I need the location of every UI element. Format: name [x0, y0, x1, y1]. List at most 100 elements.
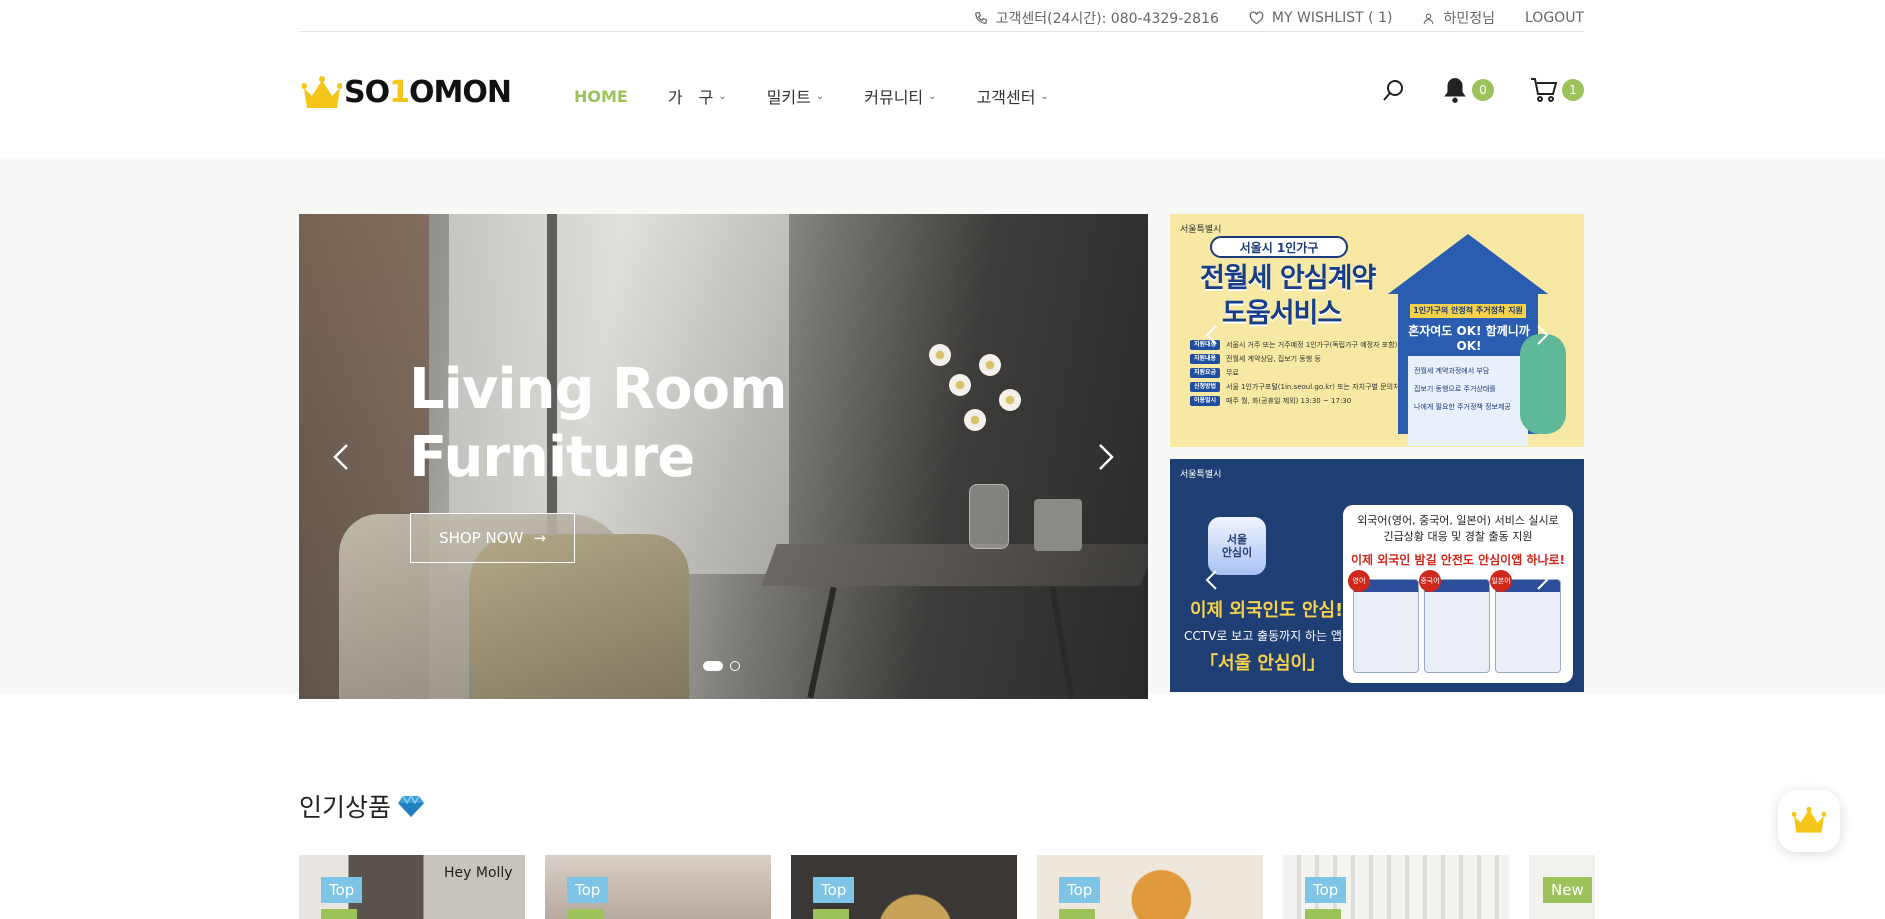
hero-slider: Living Room Furniture SHOP NOW →: [299, 214, 1148, 699]
slider-dot-1[interactable]: [703, 661, 723, 671]
mascot-image: [1520, 334, 1566, 434]
slide-image-flower: [964, 409, 986, 431]
house-list-item: 집보기 동행으로 주거상태를: [1414, 385, 1496, 393]
banner-info-value: 매주 월, 화(공휴일 제외) 13:30 ~ 17:30: [1226, 397, 1352, 405]
product-tag-secondary: [1059, 909, 1095, 919]
crown-icon: [302, 76, 342, 108]
crown-icon: [1792, 806, 1826, 833]
slider-prev-arrow-icon[interactable]: [329, 442, 353, 472]
product-tag: Top: [321, 877, 363, 903]
cart-button[interactable]: 1: [1530, 77, 1584, 103]
banner-card-line-1: 외국어(영어, 중국어, 일본어) 서비스 실시로: [1357, 514, 1559, 527]
slider-pagination: [703, 661, 747, 671]
banner-info-row: 이용일시 매주 월, 화(공휴일 제외) 13:30 ~ 17:30: [1190, 394, 1400, 408]
phone-screen: 일본어: [1490, 570, 1561, 673]
product-image-text: Hey Molly: [444, 865, 513, 881]
notifications-button[interactable]: 0: [1442, 76, 1494, 104]
house-list: 전월세 계약과정에서 부담 집보기 동행으로 주거상태를 나에게 필요한 주거정…: [1414, 362, 1511, 416]
hero-title-line-1: Living Room: [409, 357, 787, 422]
main-nav: HOME 가 구 ⌄ 밀키트 ⌄ 커뮤니티 ⌄ 고객센터 ⌄: [574, 84, 1089, 108]
slide-image-flower: [999, 389, 1021, 411]
shop-now-label: SHOP NOW: [439, 529, 524, 547]
banner-app-name: 「서울 안심이」: [1200, 653, 1326, 674]
product-tag: Top: [813, 877, 855, 903]
product-tag-secondary: [321, 909, 357, 919]
nav-community[interactable]: 커뮤니티 ⌄: [864, 84, 936, 108]
nav-mealkit[interactable]: 밀키트 ⌄: [767, 84, 825, 108]
logo-wordmark: SO1OMON: [344, 75, 512, 110]
nav-home[interactable]: HOME: [574, 87, 628, 106]
product-card[interactable]: Top: [1037, 855, 1263, 919]
phone-label: 고객센터(24시간): 080-4329-2816: [995, 11, 1219, 27]
product-card[interactable]: Top: [1283, 855, 1509, 919]
gem-icon: [398, 794, 425, 817]
banner-card-red-text: 이제 외국인 밤길 안전도 안심이앱 하나로!: [1350, 553, 1566, 567]
product-card[interactable]: Top: [791, 855, 1017, 919]
banner-prev-arrow-icon[interactable]: [1204, 324, 1218, 346]
nav-customer-center[interactable]: 고객센터 ⌄: [977, 84, 1049, 108]
promo-banner-housing[interactable]: 서울특별시 서울시 1인가구 전월세 안심계약 도움서비스 지원대상 서울시 거주…: [1170, 214, 1584, 447]
product-card[interactable]: New: [1529, 855, 1595, 919]
banner-yellow-headline: 이제 외국인도 안심!: [1190, 600, 1344, 621]
slide-image-vase: [969, 484, 1009, 549]
nav-home-label: HOME: [574, 86, 628, 106]
banner-info-value: 전월세 계약상담, 집보기 동행 등: [1226, 355, 1321, 363]
user-account-link[interactable]: 하민정님: [1422, 8, 1495, 28]
cart-count-badge: 1: [1562, 79, 1584, 101]
header-actions: 0 1: [1346, 76, 1584, 104]
notification-count-badge: 0: [1472, 79, 1494, 101]
banner-card-line-2: 긴급상황 대응 및 경찰 출동 지원: [1383, 530, 1533, 543]
slide-image-table-leg: [1049, 586, 1075, 699]
lang-tag: 중국어: [1419, 570, 1441, 592]
product-card[interactable]: Top: [545, 855, 771, 919]
nav-furniture[interactable]: 가 구 ⌄: [668, 84, 727, 108]
wishlist-link[interactable]: MY WISHLIST ( 1): [1249, 10, 1393, 26]
house-roof: [1388, 234, 1548, 294]
product-tag: Top: [1305, 877, 1347, 903]
banner-prev-arrow-icon[interactable]: [1204, 569, 1218, 591]
lang-tag: 영어: [1348, 570, 1370, 592]
house-ok-text: 혼자여도 OK! 함께니까 OK!: [1408, 324, 1530, 353]
banner-org: 서울특별시: [1180, 470, 1222, 480]
slide-image-cup: [1034, 499, 1082, 551]
site-header: SO1OMON HOME 가 구 ⌄ 밀키트 ⌄ 커뮤니티 ⌄ 고객센터 ⌄ 0 1: [0, 32, 1885, 158]
logout-link[interactable]: LOGOUT: [1525, 10, 1584, 26]
shop-now-button[interactable]: SHOP NOW →: [410, 513, 575, 563]
section-title-label: 인기상품: [299, 793, 392, 822]
top-bar: 고객센터(24시간): 080-4329-2816 MY WISHLIST ( …: [299, 0, 1584, 32]
search-button[interactable]: [1382, 78, 1406, 102]
nav-mealkit-label: 밀키트: [766, 88, 811, 107]
chevron-down-icon: ⌄: [1040, 90, 1049, 102]
slide-image-flower: [929, 344, 951, 366]
hero-title-line-2: Furniture: [409, 425, 695, 490]
banner-next-arrow-icon[interactable]: [1536, 569, 1550, 591]
site-logo[interactable]: SO1OMON: [302, 68, 518, 118]
product-card[interactable]: Hey Molly Top: [299, 855, 525, 919]
app-icon: 서울 안심이: [1208, 517, 1266, 575]
logout-label: LOGOUT: [1525, 10, 1584, 26]
banner-next-arrow-icon[interactable]: [1536, 324, 1550, 346]
banner-info-key: 지원요금: [1190, 368, 1220, 378]
banner-info-card: 외국어(영어, 중국어, 일본어) 서비스 실시로 긴급상황 대응 및 경찰 출…: [1343, 505, 1573, 683]
user-name: 하민정님: [1443, 11, 1495, 27]
banner-subline: CCTV로 보고 출동까지 하는 앱: [1184, 629, 1342, 643]
chevron-down-icon: ⌄: [718, 90, 727, 102]
banner-info-key: 지원내용: [1190, 354, 1220, 364]
logo-text-one: 1: [389, 75, 410, 110]
banner-info-key: 이용일시: [1190, 396, 1220, 406]
phone-screen: 영어: [1348, 570, 1419, 673]
slide-image-table: [761, 544, 1148, 586]
slider-dot-2[interactable]: [730, 661, 740, 671]
bell-icon: [1444, 78, 1466, 103]
product-carousel: Hey Molly Top Top Top Top Top New: [299, 855, 1595, 919]
product-tag: New: [1543, 877, 1592, 903]
nav-furniture-label: 가 구: [667, 88, 714, 107]
product-tag-secondary: [1305, 909, 1341, 919]
banner-info-value: 무료: [1226, 369, 1239, 377]
slider-next-arrow-icon[interactable]: [1094, 442, 1118, 472]
floating-crown-button[interactable]: [1778, 790, 1840, 852]
promo-banner-safety-app[interactable]: 서울특별시 서울 안심이 이제 외국인도 안심! CCTV로 보고 출동까지 하…: [1170, 459, 1584, 692]
heart-icon: [1249, 11, 1264, 25]
wishlist-label: MY WISHLIST ( 1): [1271, 10, 1393, 26]
customer-center-phone[interactable]: 고객센터(24시간): 080-4329-2816: [974, 8, 1219, 28]
